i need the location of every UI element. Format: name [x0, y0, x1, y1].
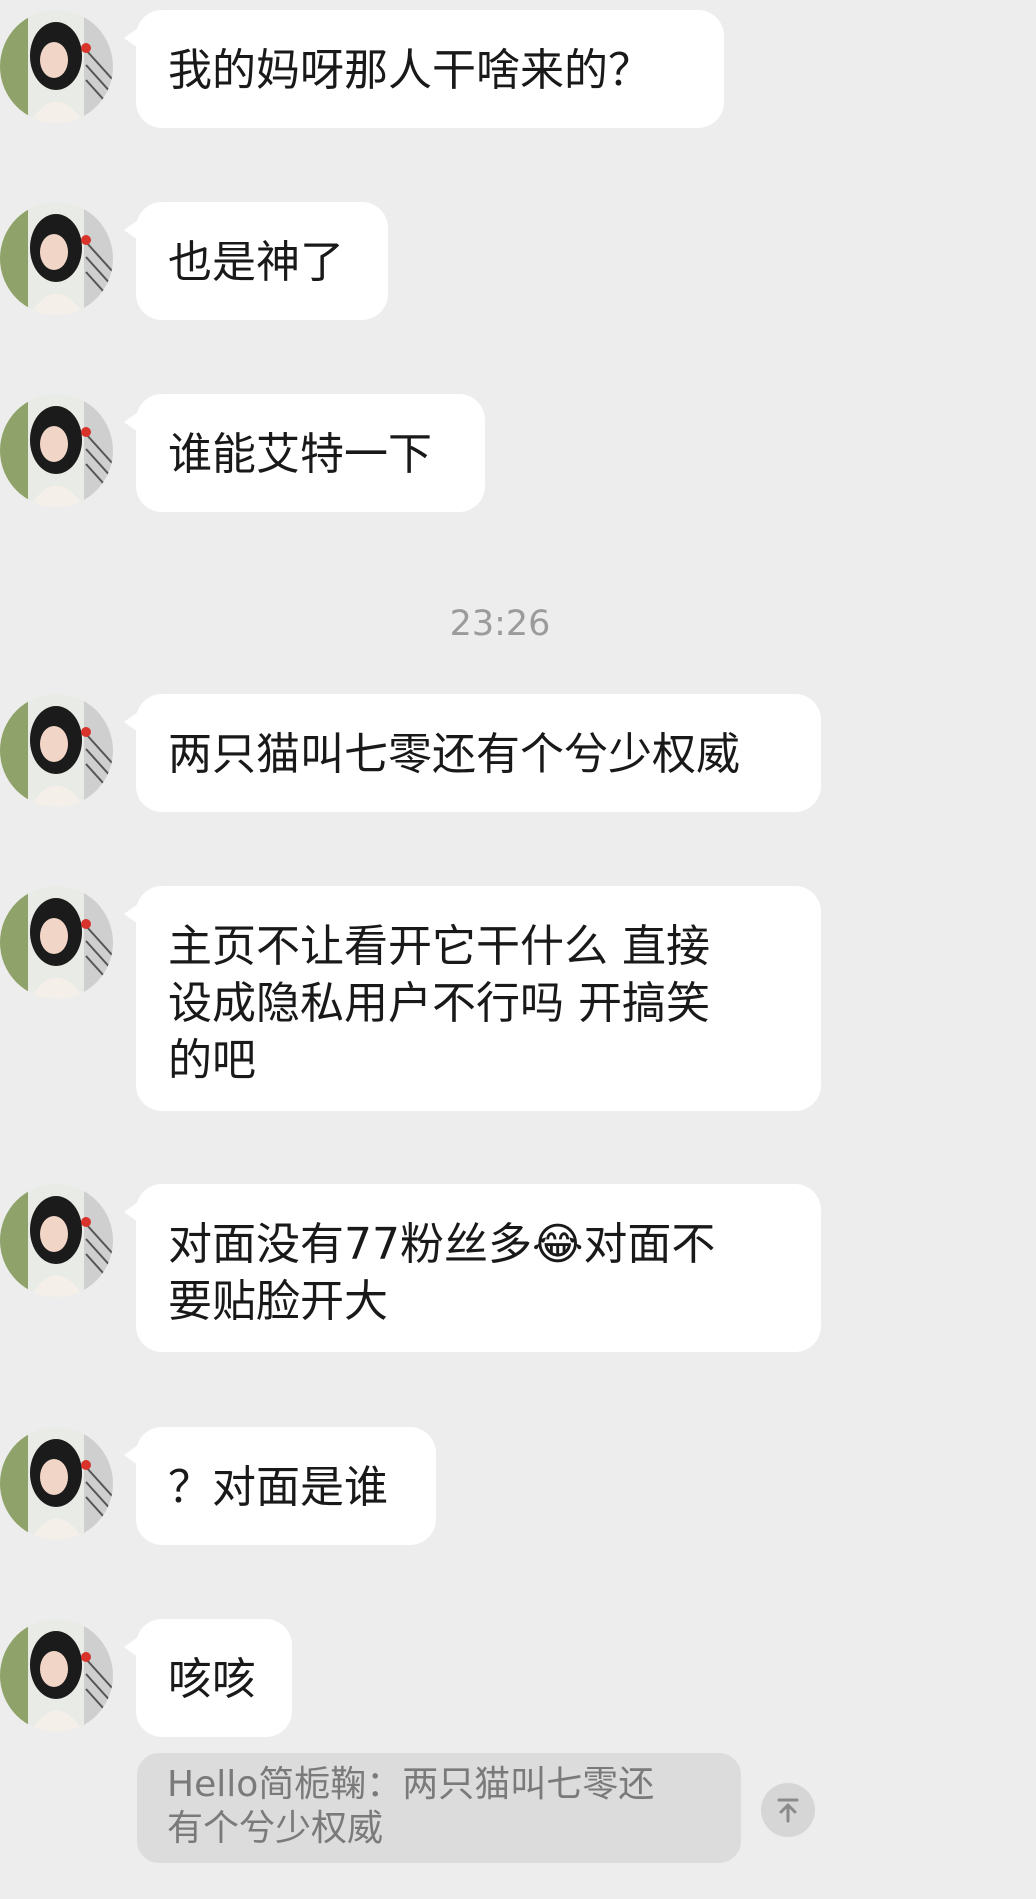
quoted-reply-text: Hello简栀鞠：两只猫叫七零还 有个兮少权威: [167, 1764, 655, 1849]
avatar-photo-icon: [0, 694, 113, 807]
avatar[interactable]: [0, 394, 113, 507]
avatar-photo-icon: [0, 1619, 113, 1732]
avatar[interactable]: [0, 10, 113, 123]
avatar-photo-icon: [0, 886, 113, 999]
quoted-reply-preview[interactable]: Hello简栀鞠：两只猫叫七零还 有个兮少权威: [137, 1753, 741, 1863]
avatar[interactable]: [0, 1427, 113, 1540]
message-bubble[interactable]: ？对面是谁: [124, 1427, 436, 1545]
avatar[interactable]: [0, 202, 113, 315]
message-bubble[interactable]: 主页不让看开它干什么 直接 设成隐私用户不行吗 开搞笑 的吧: [124, 886, 821, 1111]
avatar[interactable]: [0, 1184, 113, 1297]
message-bubble[interactable]: 谁能艾特一下: [124, 394, 485, 512]
arrow-up-to-top-icon: [777, 1798, 799, 1823]
avatar[interactable]: [0, 886, 113, 999]
avatar-photo-icon: [0, 202, 113, 315]
avatar-photo-icon: [0, 1427, 113, 1540]
scroll-to-top-button[interactable]: [761, 1783, 815, 1837]
message-timestamp: 23:26: [449, 604, 551, 644]
avatar-photo-icon: [0, 10, 113, 123]
avatar[interactable]: [0, 694, 113, 807]
message-bubble[interactable]: 咳咳: [124, 1619, 292, 1737]
avatar-photo-icon: [0, 394, 113, 507]
avatar-photo-icon: [0, 1184, 113, 1297]
message-bubble[interactable]: 我的妈呀那人干啥来的？: [124, 10, 724, 128]
avatar[interactable]: [0, 1619, 113, 1732]
message-bubble[interactable]: 也是神了: [124, 202, 388, 320]
message-bubble[interactable]: 对面没有77粉丝多😂对面不 要贴脸开大: [124, 1184, 821, 1352]
message-bubble[interactable]: 两只猫叫七零还有个兮少权威: [124, 694, 821, 812]
